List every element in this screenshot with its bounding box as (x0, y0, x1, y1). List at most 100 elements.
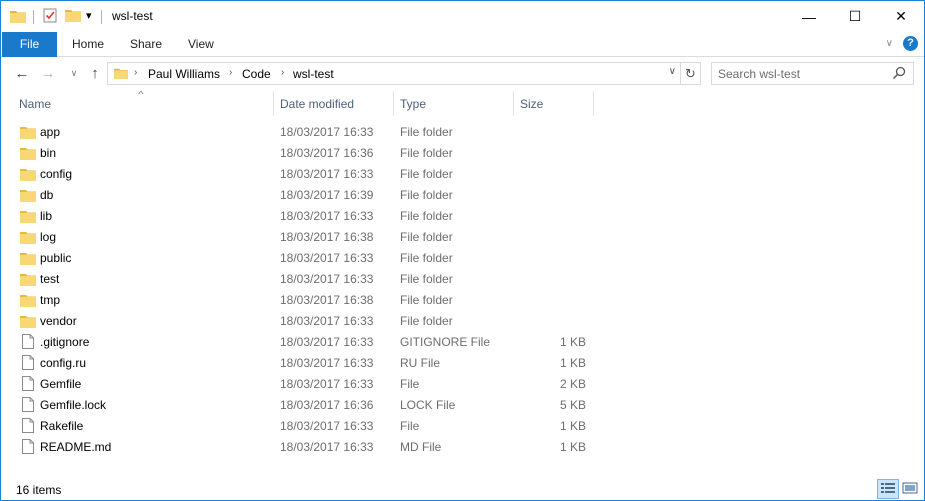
folder-icon[interactable] (10, 9, 26, 26)
column-divider[interactable] (513, 91, 514, 116)
file-size: 2 KB (559, 377, 586, 391)
file-type: File folder (400, 251, 453, 265)
window-title: wsl-test (112, 9, 153, 23)
details-view-button[interactable] (877, 479, 899, 499)
refresh-icon: ↻ (685, 65, 696, 81)
column-divider[interactable] (273, 91, 274, 116)
explorer-window: ▾ wsl-test — ☐ ✕ File Home Share View ∨ … (0, 0, 925, 501)
chevron-right-icon[interactable]: › (134, 67, 137, 78)
tab-view[interactable]: View (174, 32, 228, 57)
close-button[interactable]: ✕ (878, 1, 924, 32)
column-divider[interactable] (393, 91, 394, 116)
tab-share[interactable]: Share (116, 32, 176, 57)
search-icon[interactable] (892, 66, 906, 83)
column-header-date[interactable]: Date modified (280, 97, 354, 111)
file-date-modified: 18/03/2017 16:33 (280, 356, 374, 370)
file-type: GITIGNORE File (400, 335, 491, 349)
file-date-modified: 18/03/2017 16:33 (280, 251, 374, 265)
forward-button[interactable]: → (39, 64, 57, 82)
ribbon-controls: ∨ ? (886, 36, 918, 51)
folder-row[interactable]: tmp 18/03/2017 16:38 File folder (16, 290, 601, 311)
tab-home[interactable]: Home (58, 32, 118, 57)
chevron-down-icon: ∨ (70, 67, 78, 78)
column-header-type[interactable]: Type (400, 97, 426, 111)
maximize-button[interactable]: ☐ (832, 1, 878, 32)
file-size: 1 KB (559, 335, 586, 349)
folder-row[interactable]: bin 18/03/2017 16:36 File folder (16, 143, 601, 164)
address-bar[interactable]: › Paul Williams › Code › wsl-test ∨ ↻ (107, 62, 701, 85)
folder-icon (20, 167, 36, 184)
file-icon (22, 355, 34, 373)
folder-row[interactable]: app 18/03/2017 16:33 File folder (16, 122, 601, 143)
properties-icon[interactable] (43, 8, 58, 23)
minimize-button[interactable]: — (786, 1, 832, 32)
column-header-size[interactable]: Size (520, 97, 543, 111)
address-dropdown-icon[interactable]: ∨ (669, 66, 676, 77)
folder-row[interactable]: log 18/03/2017 16:38 File folder (16, 227, 601, 248)
file-row[interactable]: .gitignore 18/03/2017 16:33 GITIGNORE File… (16, 332, 601, 353)
up-button[interactable]: ↑ (86, 64, 104, 82)
recent-locations-button[interactable]: ∨ (65, 64, 83, 82)
folder-row[interactable]: public 18/03/2017 16:33 File folder (16, 248, 601, 269)
large-icons-view-button[interactable] (899, 479, 921, 499)
folder-row[interactable]: test 18/03/2017 16:33 File folder (16, 269, 601, 290)
column-divider[interactable] (593, 91, 594, 116)
breadcrumb-item[interactable]: Paul Williams (148, 67, 220, 81)
file-date-modified: 18/03/2017 16:33 (280, 125, 374, 139)
file-type: File folder (400, 314, 453, 328)
forward-arrow-icon: → (40, 64, 56, 82)
breadcrumb-item[interactable]: wsl-test (293, 67, 334, 81)
file-name: README.md (40, 440, 112, 454)
file-name: vendor (40, 314, 77, 328)
folder-row[interactable]: lib 18/03/2017 16:33 File folder (16, 206, 601, 227)
file-type: RU File (400, 356, 441, 370)
file-row[interactable]: config.ru 18/03/2017 16:33 RU File 1 KB (16, 353, 601, 374)
chevron-right-icon[interactable]: › (281, 67, 284, 78)
file-name: bin (40, 146, 57, 160)
file-name: tmp (40, 293, 61, 307)
customize-toolbar-dropdown[interactable]: ▾ (86, 9, 92, 22)
folder-icon (20, 146, 36, 163)
separator (101, 10, 102, 24)
file-row[interactable]: Gemfile.lock 18/03/2017 16:36 LOCK File 5 K… (16, 395, 601, 416)
ribbon: File Home Share View ∨ ? (1, 32, 924, 57)
file-type: File folder (400, 188, 453, 202)
file-icon (22, 376, 34, 394)
file-date-modified: 18/03/2017 16:33 (280, 167, 374, 181)
file-size: 1 KB (559, 440, 586, 454)
new-folder-icon[interactable] (65, 8, 81, 22)
tab-file[interactable]: File (2, 32, 57, 57)
expand-ribbon-icon[interactable]: ∨ (886, 38, 893, 49)
file-type: LOCK File (400, 398, 456, 412)
status-bar: 16 items (1, 479, 924, 500)
title-bar: ▾ wsl-test — ☐ ✕ (1, 1, 924, 32)
file-row[interactable]: README.md 18/03/2017 16:33 MD File 1 KB (16, 437, 601, 458)
file-row[interactable]: Rakefile 18/03/2017 16:33 File 1 KB (16, 416, 601, 437)
file-name: log (40, 230, 57, 244)
minimize-icon: — (802, 8, 816, 25)
search-input[interactable] (718, 65, 888, 82)
file-icon (22, 418, 34, 436)
file-icon (22, 439, 34, 457)
folder-icon (20, 209, 36, 226)
file-date-modified: 18/03/2017 16:33 (280, 272, 374, 286)
close-icon: ✕ (895, 8, 907, 24)
file-size: 1 KB (559, 419, 586, 433)
details-view-icon (880, 481, 896, 498)
folder-row[interactable]: vendor 18/03/2017 16:33 File folder (16, 311, 601, 332)
chevron-right-icon[interactable]: › (229, 67, 232, 78)
breadcrumb-item[interactable]: Code (242, 67, 271, 81)
file-row[interactable]: Gemfile 18/03/2017 16:33 File 2 KB (16, 374, 601, 395)
file-date-modified: 18/03/2017 16:39 (280, 188, 374, 202)
help-icon[interactable]: ? (903, 36, 918, 51)
file-icon (22, 334, 34, 352)
back-button[interactable]: ← (13, 64, 31, 82)
file-date-modified: 18/03/2017 16:33 (280, 419, 374, 433)
file-date-modified: 18/03/2017 16:38 (280, 230, 374, 244)
folder-row[interactable]: config 18/03/2017 16:33 File folder (16, 164, 601, 185)
refresh-button[interactable]: ↻ (680, 63, 700, 84)
separator (33, 10, 34, 24)
folder-row[interactable]: db 18/03/2017 16:39 File folder (16, 185, 601, 206)
folder-icon (20, 230, 36, 247)
column-header-name[interactable]: Name (19, 97, 51, 111)
